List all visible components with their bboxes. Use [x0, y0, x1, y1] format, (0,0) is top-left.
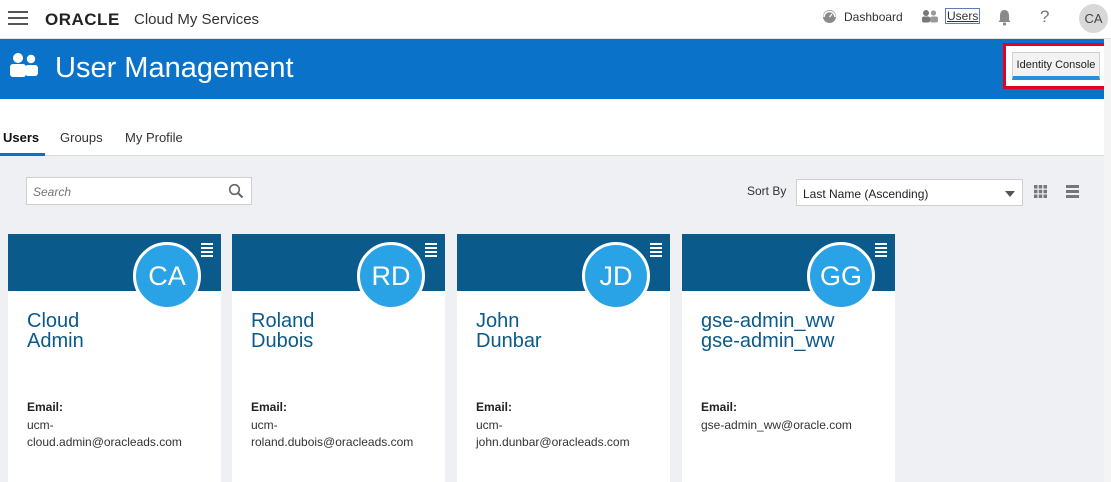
- card-email-line: roland.dubois@oracleads.com: [251, 435, 414, 449]
- card-last-name: Dunbar: [476, 330, 542, 352]
- card-last-name: Admin: [27, 330, 84, 352]
- tab-groups[interactable]: Groups: [60, 130, 103, 145]
- card-email: ucm- cloud.admin@oracleads.com: [27, 417, 217, 451]
- card-menu-icon[interactable]: [875, 243, 887, 259]
- card-email-line: ucm-: [27, 418, 54, 432]
- identity-console-highlight: Identity Console: [1003, 43, 1110, 89]
- card-menu-icon[interactable]: [425, 243, 437, 259]
- card-last-name: gse-admin_ww: [701, 330, 835, 352]
- card-first-name: John: [476, 310, 520, 332]
- card-email-line: john.dunbar@oracleads.com: [476, 435, 630, 449]
- sort-by-select[interactable]: Last Name (Ascending): [796, 179, 1023, 206]
- user-card[interactable]: CA Cloud Admin Email: ucm- cloud.admin@o…: [8, 234, 221, 482]
- card-email-line: ucm-: [476, 418, 503, 432]
- card-email: ucm- roland.dubois@oracleads.com: [251, 417, 441, 451]
- card-last-name: Dubois: [251, 330, 314, 352]
- card-email-line: ucm-: [251, 418, 278, 432]
- card-avatar: JD: [582, 242, 650, 310]
- user-card[interactable]: RD Roland Dubois Email: ucm- roland.dubo…: [232, 234, 445, 482]
- user-card[interactable]: GG gse-admin_ww gse-admin_ww Email: gse-…: [682, 234, 895, 482]
- card-menu-icon[interactable]: [650, 243, 662, 259]
- product-name: Cloud My Services: [134, 11, 260, 28]
- card-avatar: RD: [357, 242, 425, 310]
- card-email-label: Email:: [251, 400, 288, 414]
- card-avatar: GG: [807, 242, 875, 310]
- nav-users[interactable]: Users: [921, 8, 981, 24]
- chevron-down-icon: [1005, 191, 1015, 197]
- search-icon[interactable]: [228, 183, 244, 199]
- card-user-name[interactable]: Cloud Admin: [27, 311, 84, 351]
- notifications-bell-icon[interactable]: [997, 9, 1012, 26]
- nav-dashboard[interactable]: Dashboard: [822, 9, 903, 24]
- oracle-logo: ORACLE: [45, 10, 120, 29]
- card-user-name[interactable]: John Dunbar: [476, 311, 542, 351]
- card-email-line: cloud.admin@oracleads.com: [27, 435, 182, 449]
- nav-dashboard-label: Dashboard: [844, 9, 903, 24]
- hamburger-menu-icon[interactable]: [8, 11, 28, 27]
- card-first-name: Cloud: [27, 310, 80, 332]
- search-input[interactable]: [33, 185, 213, 199]
- dashboard-icon: [823, 10, 836, 23]
- users-content: Sort By Last Name (Ascending) CA Cloud A…: [0, 156, 1111, 482]
- vertical-scrollbar[interactable]: [1104, 39, 1111, 482]
- help-icon[interactable]: ?: [1040, 7, 1049, 27]
- card-user-name[interactable]: Roland Dubois: [251, 311, 314, 351]
- tab-bar: Users Groups My Profile: [0, 99, 1111, 156]
- user-management-icon: [10, 53, 38, 77]
- card-avatar: CA: [133, 242, 201, 310]
- list-view-icon[interactable]: [1066, 185, 1079, 198]
- grid-view-icon[interactable]: [1034, 185, 1047, 198]
- card-menu-icon[interactable]: [201, 243, 213, 259]
- sort-by-label: Sort By: [747, 184, 787, 198]
- top-bar: ORACLE Cloud My Services Dashboard Users…: [0, 0, 1111, 39]
- tab-my-profile[interactable]: My Profile: [125, 130, 183, 145]
- users-icon: [922, 10, 938, 23]
- user-card[interactable]: JD John Dunbar Email: ucm- john.dunbar@o…: [457, 234, 670, 482]
- card-email-label: Email:: [476, 400, 513, 414]
- card-user-name[interactable]: gse-admin_ww gse-admin_ww: [701, 311, 834, 351]
- card-email-label: Email:: [27, 400, 64, 414]
- card-first-name: gse-admin_ww: [701, 310, 835, 332]
- user-avatar[interactable]: CA: [1079, 4, 1108, 33]
- card-email-label: Email:: [701, 400, 738, 414]
- sort-by-value: Last Name (Ascending): [803, 187, 929, 201]
- nav-users-label: Users: [944, 8, 981, 24]
- page-title: User Management: [55, 52, 294, 84]
- card-email-line: gse-admin_ww@oracle.com: [701, 418, 852, 432]
- page-header: User Management Identity Console: [0, 39, 1111, 99]
- card-first-name: Roland: [251, 310, 315, 332]
- tab-users[interactable]: Users: [3, 130, 39, 145]
- card-email: gse-admin_ww@oracle.com: [701, 417, 891, 434]
- card-email: ucm- john.dunbar@oracleads.com: [476, 417, 666, 451]
- search-box: [26, 177, 252, 205]
- identity-console-button[interactable]: Identity Console: [1012, 52, 1100, 80]
